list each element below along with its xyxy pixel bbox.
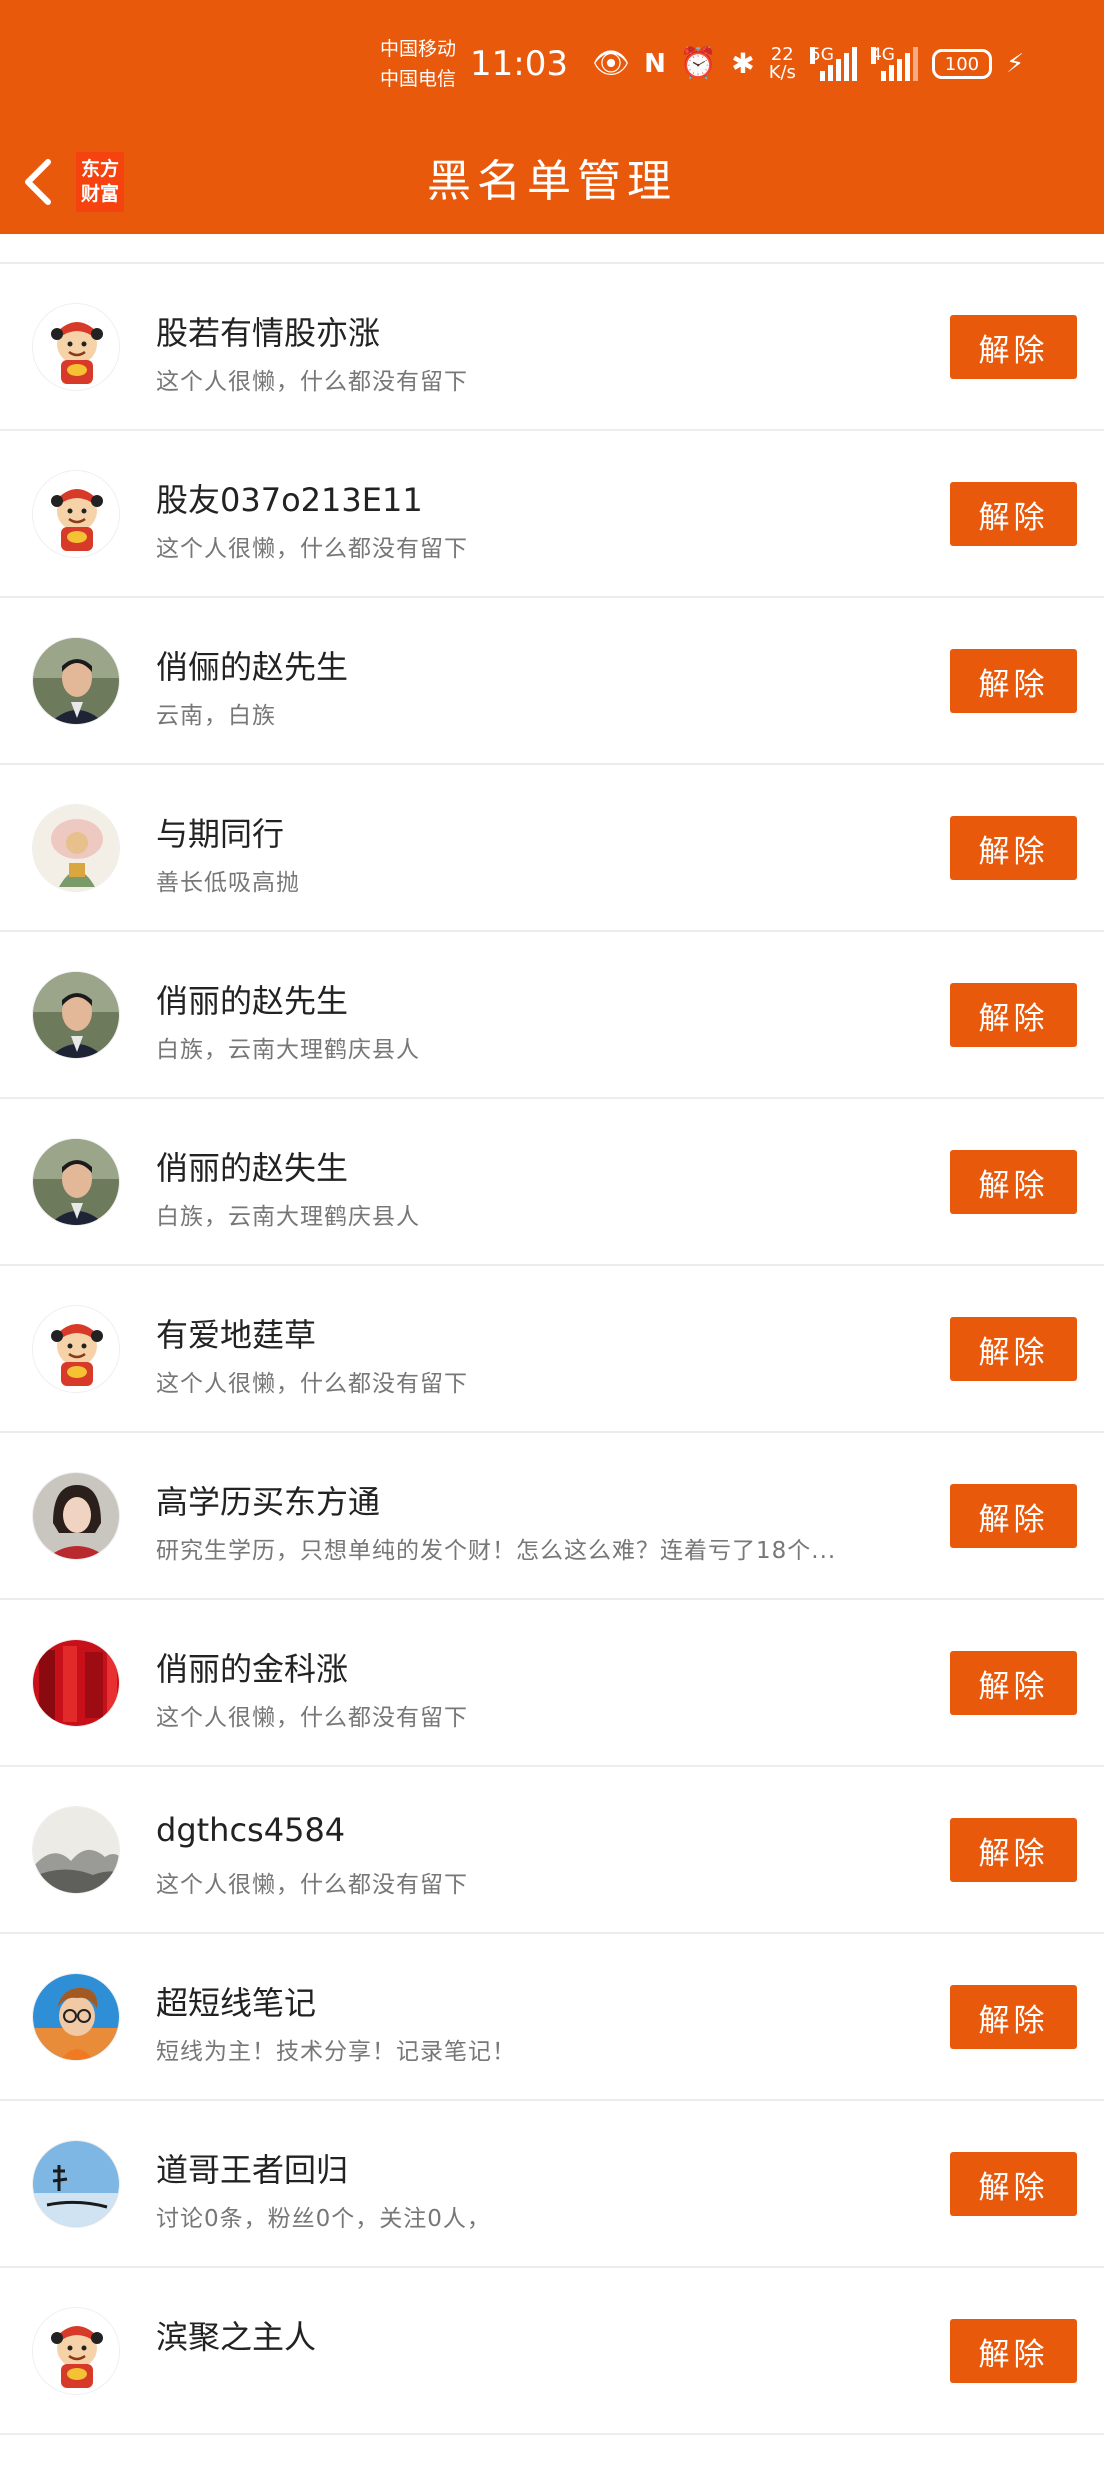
- signal-5g-icon: 5G: [809, 47, 857, 81]
- user-name[interactable]: 滨聚之主人: [156, 2312, 916, 2358]
- unblock-button[interactable]: 解除: [950, 983, 1077, 1047]
- user-bio: 短线为主！技术分享！记录笔记！: [156, 2039, 516, 2065]
- list-item: 滨聚之主人 解除: [0, 2268, 1104, 2435]
- list-item: 俏丽的赵失生白族，云南大理鹤庆县人 解除: [0, 1099, 1104, 1266]
- user-bio: 研究生学历，只想单纯的发个财！怎么这么难？连着亏了18个...: [156, 1538, 837, 1564]
- blacklist-items: 讨论0条，粉丝0个，关注0人，解除股若有情股亦涨这个人很懒，什么都没有留下解除股…: [0, 97, 1104, 2468]
- avatar[interactable]: [32, 303, 120, 391]
- user-name[interactable]: 俏丽的赵先生: [156, 976, 916, 1022]
- avatar[interactable]: [32, 1305, 120, 1393]
- net-speed-unit: K/s: [768, 62, 796, 83]
- user-name[interactable]: 道哥王者回归: [156, 2145, 916, 2191]
- carrier-1: 中国移动: [380, 38, 457, 60]
- unblock-button[interactable]: 解除: [950, 2152, 1077, 2216]
- list-item: 有爱地莛草这个人很懒，什么都没有留下 解除: [0, 1266, 1104, 1433]
- status-icons: 👁 N ⏰ ✱ 22 K/s 5G 4G 100 ⚡: [592, 44, 1024, 84]
- status-bar: 中国移动 中国电信 11:03 👁 N ⏰ ✱ 22 K/s 5G 4G 100…: [0, 0, 1104, 130]
- alarm-icon: ⏰: [679, 46, 718, 81]
- user-bio: 云南，白族: [156, 703, 276, 729]
- net-speed: 22 K/s: [769, 46, 796, 82]
- list-item: 俏丽的赵先生白族，云南大理鹤庆县人 解除: [0, 932, 1104, 1099]
- user-name[interactable]: 有爱地莛草: [156, 1310, 916, 1356]
- user-bio: 这个人很懒，什么都没有留下: [156, 1371, 468, 1397]
- list-item: 超短线笔记短线为主！技术分享！记录笔记！ 解除: [0, 1934, 1104, 2101]
- user-bio: 白族，云南大理鹤庆县人: [156, 1037, 420, 1063]
- user-name[interactable]: 股友037o213E11: [156, 475, 916, 521]
- back-button[interactable]: [18, 150, 58, 214]
- user-name[interactable]: 俏俪的赵先生: [156, 642, 916, 688]
- nfc-icon: N: [644, 49, 666, 79]
- charging-icon: ⚡: [1005, 49, 1025, 79]
- list-item: 股若有情股亦涨这个人很懒，什么都没有留下 解除: [0, 264, 1104, 431]
- avatar[interactable]: [32, 470, 120, 558]
- title-bar: 黑名单管理 东方财富: [0, 130, 1104, 234]
- status-time: 11:03: [470, 44, 568, 84]
- unblock-button[interactable]: 解除: [950, 1818, 1077, 1882]
- list-item: 道哥王者回归讨论0条，粉丝0个，关注0人， 解除: [0, 2101, 1104, 2268]
- unblock-button[interactable]: 解除: [950, 649, 1077, 713]
- user-name[interactable]: 高学历买东方通: [156, 1477, 916, 1523]
- user-name[interactable]: 俏丽的赵失生: [156, 1143, 916, 1189]
- user-bio: 这个人很懒，什么都没有留下: [156, 1705, 468, 1731]
- avatar[interactable]: [32, 1138, 120, 1226]
- user-bio: 这个人很懒，什么都没有留下: [156, 536, 468, 562]
- list-item: dgthcs4584 这个人很懒，什么都没有留下 解除: [0, 1767, 1104, 1934]
- avatar[interactable]: [32, 1806, 120, 1894]
- user-bio: 这个人很懒，什么都没有留下: [156, 369, 468, 395]
- avatar[interactable]: [32, 1472, 120, 1560]
- unblock-button[interactable]: 解除: [950, 1317, 1077, 1381]
- unblock-button[interactable]: 解除: [950, 1484, 1077, 1548]
- avatar[interactable]: [32, 971, 120, 1059]
- unblock-button[interactable]: 解除: [950, 1651, 1077, 1715]
- user-name[interactable]: 俏丽的金科涨: [156, 1644, 916, 1690]
- app-header: 中国移动 中国电信 11:03 👁 N ⏰ ✱ 22 K/s 5G 4G 100…: [0, 0, 1104, 234]
- list-item: 俏俪的赵先生云南，白族 解除: [0, 598, 1104, 765]
- unblock-button[interactable]: 解除: [950, 2319, 1077, 2383]
- user-bio: 这个人很懒，什么都没有留下: [156, 1872, 468, 1898]
- unblock-button[interactable]: 解除: [950, 1150, 1077, 1214]
- bluetooth-icon: ✱: [731, 47, 755, 80]
- app-logo: 东方财富: [76, 152, 124, 212]
- user-bio: 善长低吸高抛: [156, 870, 300, 896]
- user-name[interactable]: dgthcs4584: [156, 1811, 916, 1849]
- list-item: 股友037o213E11 这个人很懒，什么都没有留下 解除: [0, 431, 1104, 598]
- list-item: 与期同行善长低吸高抛 解除: [0, 765, 1104, 932]
- carrier-2: 中国电信: [380, 68, 457, 90]
- list-item: 俏丽的金科涨这个人很懒，什么都没有留下 解除: [0, 1600, 1104, 1767]
- unblock-button[interactable]: 解除: [950, 816, 1077, 880]
- eye-icon: 👁: [592, 46, 631, 81]
- carrier-names: 中国移动 中国电信: [380, 34, 456, 94]
- user-name[interactable]: 股若有情股亦涨: [156, 308, 916, 354]
- unblock-button[interactable]: 解除: [950, 315, 1077, 379]
- avatar[interactable]: [32, 804, 120, 892]
- list-item: 高学历买东方通研究生学历，只想单纯的发个财！怎么这么难？连着亏了18个... 解除: [0, 1433, 1104, 1600]
- user-bio: 讨论0条，粉丝0个，关注0人，: [156, 2206, 491, 2232]
- battery-icon: 100: [931, 49, 992, 79]
- avatar[interactable]: [32, 2307, 120, 2395]
- avatar[interactable]: [32, 1973, 120, 2061]
- user-bio: 白族，云南大理鹤庆县人: [156, 1204, 420, 1230]
- avatar[interactable]: [32, 637, 120, 725]
- signal-4g-icon: 4G: [870, 47, 918, 81]
- user-name[interactable]: 与期同行: [156, 809, 916, 855]
- user-name[interactable]: 超短线笔记: [156, 1978, 916, 2024]
- unblock-button[interactable]: 解除: [950, 1985, 1077, 2049]
- chevron-left-icon: [25, 159, 51, 205]
- avatar[interactable]: [32, 1639, 120, 1727]
- avatar[interactable]: [32, 2140, 120, 2228]
- unblock-button[interactable]: 解除: [950, 482, 1077, 546]
- list-inner: 讨论0条，粉丝0个，关注0人，解除股若有情股亦涨这个人很懒，什么都没有留下解除股…: [0, 97, 1104, 2435]
- page-title: 黑名单管理: [427, 156, 677, 207]
